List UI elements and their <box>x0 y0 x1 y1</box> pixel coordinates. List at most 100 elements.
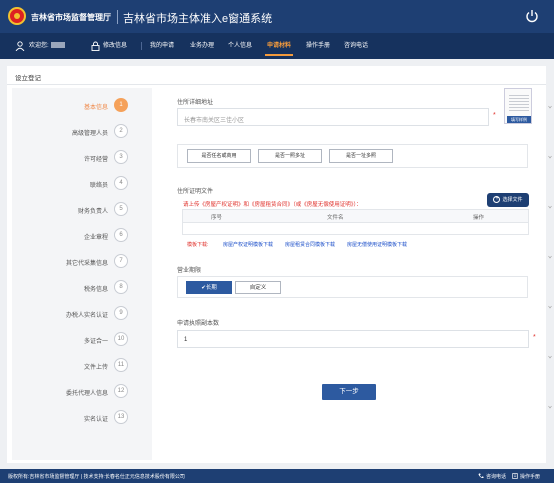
nav-item-manual[interactable]: 操作手册 <box>306 40 330 52</box>
file-table-header: 序号 文件名 操作 <box>182 209 529 223</box>
nav-item-my-applications[interactable]: 我的申请 <box>150 40 174 52</box>
step-item-senior-management[interactable]: 高级管理人员 2 <box>12 124 152 140</box>
step-number: 1 <box>114 98 128 112</box>
step-item-finance-officer[interactable]: 财务负责人 5 <box>12 202 152 218</box>
step-item-articles[interactable]: 企业章程 6 <box>12 228 152 244</box>
step-item-tax-info[interactable]: 税务信息 8 <box>12 280 152 296</box>
panel-header: 设立登记 <box>7 66 546 85</box>
form-area: 住所详细地址 长春市南关区三佳小区 * 填写样例 是否任名或商用 是否一照多址 … <box>167 88 542 460</box>
template-download-label: 模板下载: <box>187 242 209 248</box>
address-option-button[interactable]: 是否一址多照 <box>329 149 393 163</box>
step-number: 7 <box>114 254 128 268</box>
step-number: 13 <box>114 410 128 424</box>
term-options-box: ✔长期 自定义 <box>177 276 528 298</box>
nav-item-personal-info[interactable]: 个人信息 <box>228 40 252 52</box>
document-preview <box>509 93 529 113</box>
step-label: 财务负责人 <box>77 209 108 215</box>
change-info-link[interactable]: 修改信息 <box>103 40 127 52</box>
header-bar: 吉林省市场监督管理厅 吉林省市场主体准入e窗通系统 <box>0 0 554 33</box>
column-header: 序号 <box>211 215 223 221</box>
copies-label: 申请执照副本数 <box>177 321 220 327</box>
footer-manual-link[interactable]: 操作手册 <box>520 473 540 480</box>
step-number: 5 <box>114 202 128 216</box>
step-label: 税务信息 <box>83 287 108 293</box>
step-label: 联络员 <box>89 183 108 189</box>
lock-icon[interactable] <box>91 41 100 51</box>
upload-file-button[interactable]: + 选择文件 <box>487 193 529 207</box>
template-link[interactable]: 房屋无偿使用证明模板下载 <box>347 241 407 248</box>
step-label: 高级管理人员 <box>71 131 108 137</box>
step-item-agent-info[interactable]: 委托代理人信息 12 <box>12 384 152 400</box>
nav-item-business[interactable]: 业务办理 <box>190 40 214 52</box>
address-option-button[interactable]: 是否任名或商用 <box>187 149 251 163</box>
national-emblem-logo <box>8 7 26 25</box>
welcome-text: 欢迎您: <box>29 40 65 52</box>
term-label: 营业期限 <box>177 268 202 274</box>
step-number: 12 <box>114 384 128 398</box>
welcome-label: 欢迎您: <box>29 43 49 49</box>
address-options-box: 是否任名或商用 是否一照多址 是否一址多照 <box>177 144 528 168</box>
phone-icon <box>478 473 484 479</box>
title-divider <box>117 10 118 24</box>
step-item-real-name[interactable]: 实名认证 13 <box>12 410 152 426</box>
required-mark: * <box>533 334 536 341</box>
step-label: 办税人实名认证 <box>65 313 108 319</box>
user-icon <box>15 41 25 51</box>
nav-item-application-materials[interactable]: 申请材料 <box>267 40 291 52</box>
step-label: 许可经营 <box>83 157 108 163</box>
nav-bar: 欢迎您: 修改信息 我的申请 业务办理 个人信息 申请材料 操作手册 咨询电话 <box>0 33 554 59</box>
copyright-text: 版权所有:吉林省市场监督管理厅 | 技术支持:长春名仕正元信息技术股份有限公司 <box>8 474 185 480</box>
term-custom-option[interactable]: 自定义 <box>235 281 281 294</box>
certificate-label: 住所证明文件 <box>177 189 214 195</box>
panel-title: 设立登记 <box>15 75 41 82</box>
sample-button[interactable]: 填写样例 <box>507 116 531 123</box>
copies-input[interactable]: 1 <box>177 330 529 348</box>
step-label: 文件上传 <box>83 365 108 371</box>
step-label: 委托代理人信息 <box>65 391 108 397</box>
step-item-tax-agent-verification[interactable]: 办税人实名认证 9 <box>12 306 152 322</box>
step-sidebar: 基本信息 1 高级管理人员 2 许可经营 3 联络员 4 财务负责人 5 企业章程 6 其它… <box>12 88 152 460</box>
step-label: 其它代采集信息 <box>65 261 108 267</box>
scrollbar[interactable] <box>548 66 552 463</box>
column-header: 文件名 <box>327 215 344 221</box>
upload-instruction: 请上传《房屋产权证明》和《房屋租赁合同》（或《房屋无偿使用证明》）： <box>183 202 362 208</box>
step-number: 2 <box>114 124 128 138</box>
active-nav-underline <box>265 54 293 56</box>
step-item-file-upload[interactable]: 文件上传 11 <box>12 358 152 374</box>
template-link[interactable]: 房屋租赁合同模板下载 <box>285 241 335 248</box>
nav-item-hotline[interactable]: 咨询电话 <box>344 40 368 52</box>
power-icon[interactable] <box>525 9 539 23</box>
address-option-button[interactable]: 是否一照多址 <box>258 149 322 163</box>
step-label: 企业章程 <box>83 235 108 241</box>
book-icon <box>512 473 518 479</box>
step-number: 8 <box>114 280 128 294</box>
column-header: 操作 <box>473 215 485 221</box>
username-redacted <box>50 42 65 49</box>
template-link[interactable]: 房屋产权证明模板下载 <box>223 241 273 248</box>
step-label: 基本信息 <box>83 105 108 111</box>
file-table-body <box>182 223 529 235</box>
upload-button-label: 选择文件 <box>502 197 523 203</box>
step-label: 实名认证 <box>83 417 108 423</box>
sample-document-thumbnail[interactable]: 填写样例 <box>504 88 532 124</box>
term-long-option[interactable]: ✔长期 <box>186 281 232 294</box>
step-item-basic-info[interactable]: 基本信息 1 <box>12 98 152 114</box>
footer-bar: 版权所有:吉林省市场监督管理厅 | 技术支持:长春名仕正元信息技术股份有限公司 … <box>0 469 554 483</box>
step-number: 3 <box>114 150 128 164</box>
step-item-other-info[interactable]: 其它代采集信息 7 <box>12 254 152 270</box>
step-item-licensed-business[interactable]: 许可经营 3 <box>12 150 152 166</box>
step-number: 4 <box>114 176 128 190</box>
step-item-liaison[interactable]: 联络员 4 <box>12 176 152 192</box>
next-button[interactable]: 下一步 <box>322 384 376 400</box>
step-item-multi-cert[interactable]: 多证合一 10 <box>12 332 152 348</box>
system-title: 吉林省市场主体准入e窗通系统 <box>123 13 273 25</box>
address-label: 住所详细地址 <box>177 100 214 106</box>
step-number: 11 <box>114 358 128 372</box>
step-number: 9 <box>114 306 128 320</box>
address-input[interactable]: 长春市南关区三佳小区 <box>177 108 489 126</box>
required-mark: * <box>493 112 496 119</box>
step-number: 10 <box>114 332 128 346</box>
nav-divider <box>141 42 142 50</box>
plus-icon: + <box>493 196 501 204</box>
footer-hotline-link[interactable]: 咨询电话 <box>486 473 506 480</box>
